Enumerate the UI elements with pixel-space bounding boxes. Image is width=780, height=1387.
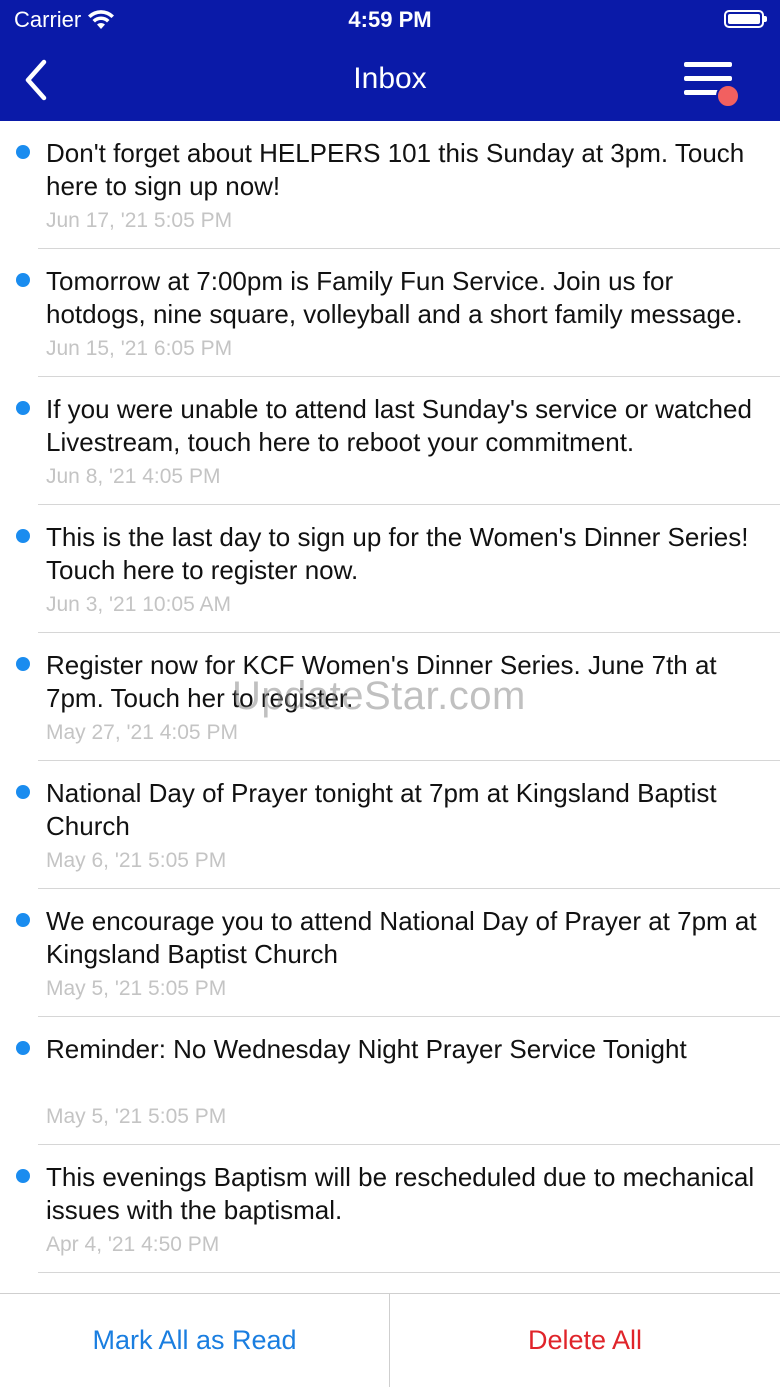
message-text: National Day of Prayer tonight at 7pm at… bbox=[46, 778, 717, 841]
unread-indicator bbox=[16, 1169, 30, 1183]
message-item[interactable]: This evenings Baptism will be reschedule… bbox=[0, 1145, 780, 1273]
message-date: May 5, '21 5:05 PM bbox=[46, 1105, 227, 1128]
message-item[interactable]: We encourage you to attend National Day … bbox=[0, 889, 780, 1017]
message-text: This evenings Baptism will be reschedule… bbox=[46, 1162, 755, 1225]
footer-toolbar: Mark All as Read Delete All bbox=[0, 1293, 780, 1387]
message-text: If you were unable to attend last Sunday… bbox=[46, 394, 752, 457]
page-title: Inbox bbox=[353, 62, 427, 95]
message-text: This is the last day to sign up for the … bbox=[46, 522, 749, 585]
unread-indicator bbox=[16, 913, 30, 927]
notification-badge bbox=[716, 84, 740, 108]
message-text: Tomorrow at 7:00pm is Family Fun Service… bbox=[46, 266, 743, 329]
message-date: Jun 8, '21 4:05 PM bbox=[46, 465, 221, 488]
message-text: We encourage you to attend National Day … bbox=[46, 906, 757, 969]
unread-indicator bbox=[16, 145, 30, 159]
message-item[interactable]: This is the last day to sign up for the … bbox=[0, 505, 780, 633]
message-item[interactable]: National Day of Prayer tonight at 7pm at… bbox=[0, 761, 780, 889]
message-date: May 27, '21 4:05 PM bbox=[46, 721, 238, 744]
menu-icon-line bbox=[684, 62, 732, 67]
unread-indicator bbox=[16, 401, 30, 415]
inbox-list: Don't forget about HELPERS 101 this Sund… bbox=[0, 121, 780, 1293]
message-date: Jun 17, '21 5:05 PM bbox=[46, 209, 233, 232]
battery-icon bbox=[724, 10, 767, 28]
message-date: May 6, '21 5:05 PM bbox=[46, 849, 227, 872]
unread-indicator bbox=[16, 1041, 30, 1055]
message-date: May 5, '21 5:05 PM bbox=[46, 977, 227, 1000]
delete-all-button[interactable]: Delete All bbox=[390, 1294, 780, 1387]
message-item[interactable]: If you were unable to attend last Sunday… bbox=[0, 377, 780, 505]
navigation-bar: Inbox bbox=[0, 40, 780, 121]
mark-all-read-button[interactable]: Mark All as Read bbox=[0, 1294, 390, 1387]
message-date: Jun 15, '21 6:05 PM bbox=[46, 337, 233, 360]
unread-indicator bbox=[16, 785, 30, 799]
status-time: 4:59 PM bbox=[348, 7, 432, 32]
message-text: Don't forget about HELPERS 101 this Sund… bbox=[46, 138, 745, 201]
message-text: Register now for KCF Women's Dinner Seri… bbox=[46, 650, 717, 713]
app-header: Carrier 4:59 PM Inbox bbox=[0, 0, 780, 121]
battery-level bbox=[728, 14, 760, 24]
unread-indicator bbox=[16, 657, 30, 671]
menu-button[interactable] bbox=[684, 58, 744, 108]
message-item[interactable]: Tomorrow at 7:00pm is Family Fun Service… bbox=[0, 249, 780, 377]
menu-icon-line bbox=[684, 76, 732, 81]
message-item[interactable]: Reminder: No Wednesday Night Prayer Serv… bbox=[0, 1017, 780, 1145]
message-item[interactable]: Register now for KCF Women's Dinner Seri… bbox=[0, 633, 780, 761]
message-item[interactable]: Don't forget about HELPERS 101 this Sund… bbox=[0, 121, 780, 249]
message-text: Reminder: No Wednesday Night Prayer Serv… bbox=[46, 1034, 687, 1064]
message-date: Jun 3, '21 10:05 AM bbox=[46, 593, 231, 616]
message-date: Apr 4, '21 4:50 PM bbox=[46, 1233, 220, 1256]
unread-indicator bbox=[16, 529, 30, 543]
unread-indicator bbox=[16, 273, 30, 287]
status-bar: Carrier 4:59 PM bbox=[0, 0, 780, 40]
